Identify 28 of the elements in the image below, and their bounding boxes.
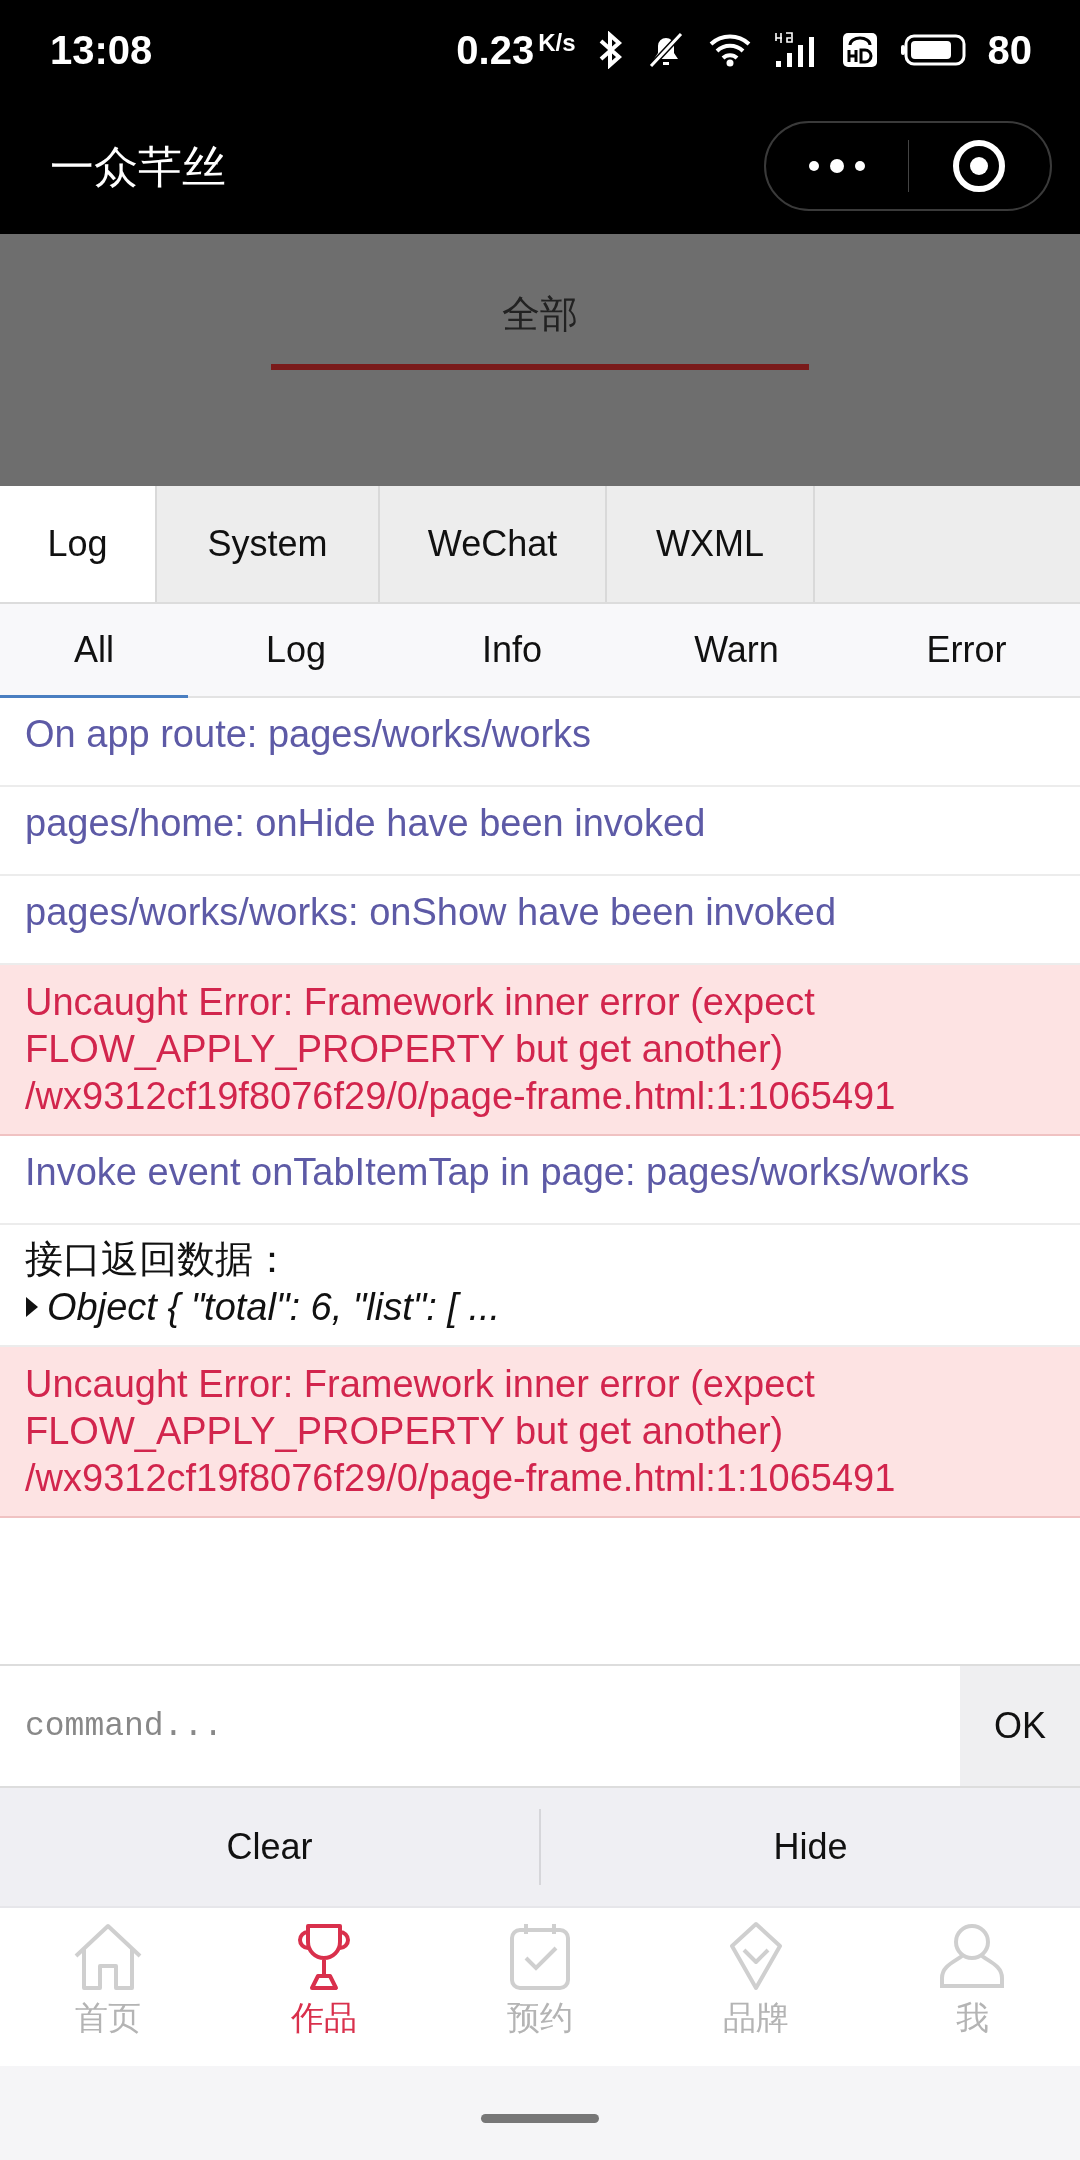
network-speed: 0.23	[456, 27, 535, 73]
filter-tab[interactable]: Info	[404, 604, 620, 698]
expand-triangle-icon[interactable]	[25, 1296, 39, 1318]
action-button[interactable]: Hide	[541, 1788, 1080, 1906]
clock-time: 13:08	[50, 27, 153, 73]
filter-tab[interactable]: Error	[853, 604, 1080, 698]
home-indicator[interactable]	[481, 2113, 599, 2123]
object-preview[interactable]: Object { "total": 6, "list": [ ...	[47, 1283, 501, 1331]
log-message: pages/home: onHide have been invoked	[0, 787, 1080, 876]
bluetooth-icon	[597, 31, 624, 69]
speed-unit: K/s	[538, 29, 576, 57]
battery-level: 80	[987, 27, 1032, 73]
log-message: On app route: pages/works/works	[0, 698, 1080, 787]
ok-button[interactable]: OK	[960, 1666, 1080, 1786]
filter-tab[interactable]: Log	[188, 604, 404, 698]
filter-tab[interactable]: Warn	[620, 604, 853, 698]
wifi-icon	[707, 33, 752, 67]
app-title: 一众芊丝	[50, 140, 227, 193]
battery-icon	[899, 33, 966, 67]
hd-icon	[841, 32, 878, 68]
log-message: Invoke event onTabItemTap in page: pages/works/works	[0, 1136, 1080, 1225]
more-icon[interactable]	[807, 159, 866, 173]
error-message: Uncaught Error: Framework inner error (expect FLOW_APPLY_PROPERTY but get another) /wx9312cf19f8076f29/0/page-frame.html:1:1065491	[0, 965, 1080, 1136]
error-message: Uncaught Error: Framework inner error (expect FLOW_APPLY_PROPERTY but get another) /wx9312cf19f8076f29/0/page-frame.html:1:1065491	[0, 1347, 1080, 1518]
log-label: 接口返回数据：	[25, 1237, 292, 1282]
console-tab[interactable]: Log	[0, 486, 157, 602]
nav-tab[interactable]: 作品	[216, 1908, 432, 2066]
action-button[interactable]: Clear	[0, 1788, 539, 1906]
